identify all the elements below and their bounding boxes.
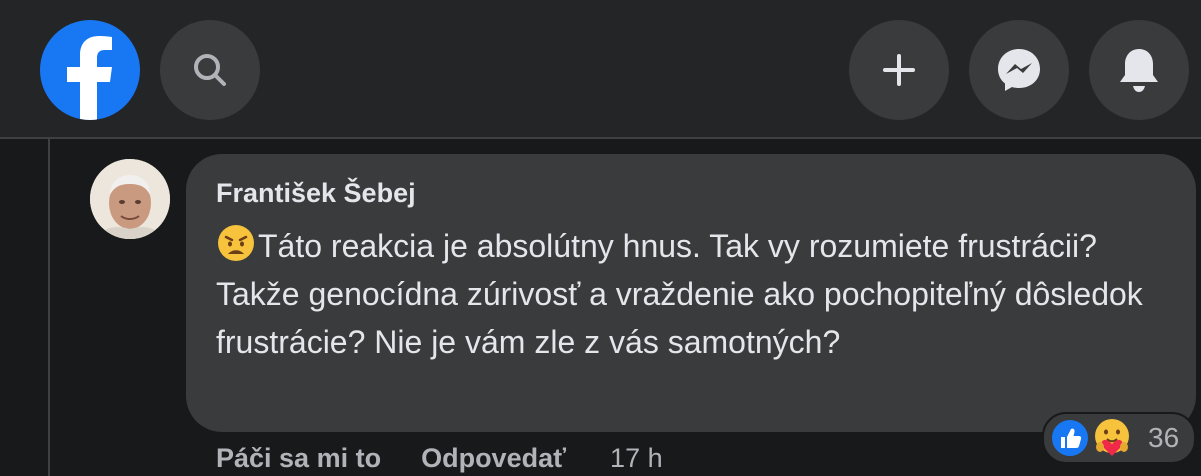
top-navigation-bar [0, 0, 1201, 139]
search-button[interactable] [160, 20, 260, 120]
search-icon [194, 54, 226, 86]
reaction-count: 36 [1148, 422, 1180, 453]
comment-bubble: František Šebej Táto reakcia je absolútn… [186, 154, 1196, 432]
notifications-button[interactable] [1089, 20, 1189, 120]
comment-actions: Páči sa mi to Odpovedať 17 h [216, 440, 663, 476]
comment-thread-line [48, 139, 50, 476]
comment-timestamp[interactable]: 17 h [610, 443, 663, 474]
comment-body: Táto reakcia je absolútny hnus. Tak vy r… [216, 222, 1156, 366]
like-link[interactable]: Páči sa mi to [216, 443, 381, 474]
comment-text: Táto reakcia je absolútny hnus. Tak vy r… [216, 228, 1143, 360]
avatar[interactable] [90, 159, 170, 239]
messenger-icon [998, 49, 1040, 91]
comment-author-name[interactable]: František Šebej [216, 178, 416, 209]
plus-icon [883, 54, 915, 86]
reply-link[interactable]: Odpovedať [421, 443, 566, 474]
reaction-summary[interactable]: 36 [1042, 412, 1196, 464]
messenger-button[interactable] [969, 20, 1069, 120]
care-reaction-icon [1095, 419, 1129, 456]
like-reaction-icon [1050, 418, 1090, 458]
create-button[interactable] [849, 20, 949, 120]
facebook-logo-icon[interactable] [40, 20, 140, 120]
weary-face-emoji-icon [218, 225, 254, 261]
bell-icon [1120, 49, 1158, 92]
profile-photo-icon [90, 159, 170, 239]
